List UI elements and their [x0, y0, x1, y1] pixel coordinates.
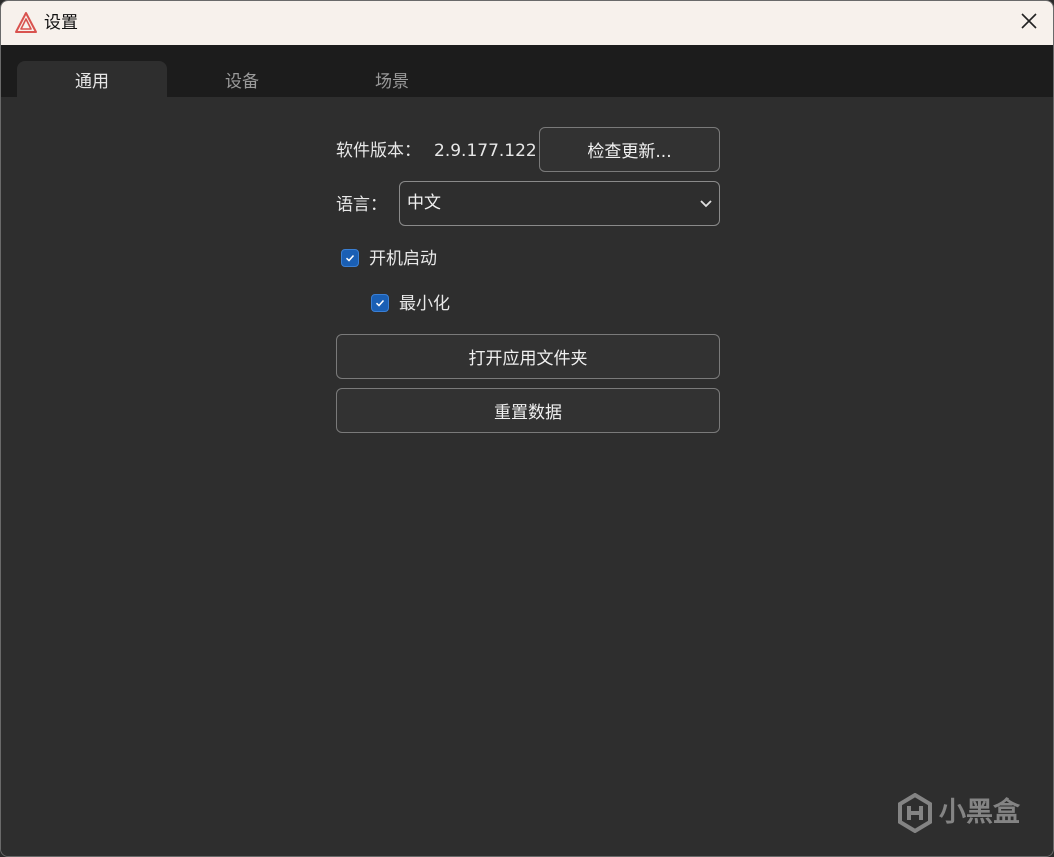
- title-bar: 设置: [1, 1, 1053, 45]
- tab-general[interactable]: 通用: [17, 61, 167, 97]
- minimize-checkbox[interactable]: [371, 294, 389, 312]
- close-icon: [1020, 12, 1038, 34]
- watermark: 小黑盒: [897, 792, 1037, 834]
- language-select[interactable]: 中文: [399, 181, 720, 226]
- tab-devices[interactable]: 设备: [167, 61, 317, 97]
- app-logo-icon: [14, 11, 38, 35]
- watermark-text: 小黑盒: [939, 797, 1020, 828]
- startup-label: 开机启动: [369, 249, 437, 269]
- checkmark-icon: [374, 294, 386, 313]
- checkmark-icon: [344, 249, 356, 268]
- reset-data-button[interactable]: 重置数据: [336, 388, 720, 433]
- window-title: 设置: [44, 13, 78, 33]
- version-value: 2.9.177.122: [434, 141, 537, 161]
- settings-window: 设置 通用 设备 场景 软件版本： 2.9.177.122 检查更新... 语言…: [0, 0, 1054, 857]
- tab-bar: 通用 设备 场景: [1, 45, 1053, 97]
- general-settings-panel: 软件版本： 2.9.177.122 检查更新... 语言： 中文 开机启动 最小…: [1, 97, 1053, 856]
- language-selected-value: 中文: [407, 193, 441, 213]
- chevron-down-icon: [699, 196, 713, 210]
- close-button[interactable]: [1005, 1, 1053, 45]
- language-label: 语言：: [336, 195, 387, 215]
- open-app-folder-button[interactable]: 打开应用文件夹: [336, 334, 720, 379]
- heybox-logo-icon: [897, 792, 933, 837]
- check-update-button[interactable]: 检查更新...: [539, 127, 720, 172]
- version-label: 软件版本：: [336, 141, 421, 161]
- startup-checkbox[interactable]: [341, 249, 359, 267]
- minimize-label: 最小化: [399, 294, 450, 314]
- tab-scenes[interactable]: 场景: [317, 61, 467, 97]
